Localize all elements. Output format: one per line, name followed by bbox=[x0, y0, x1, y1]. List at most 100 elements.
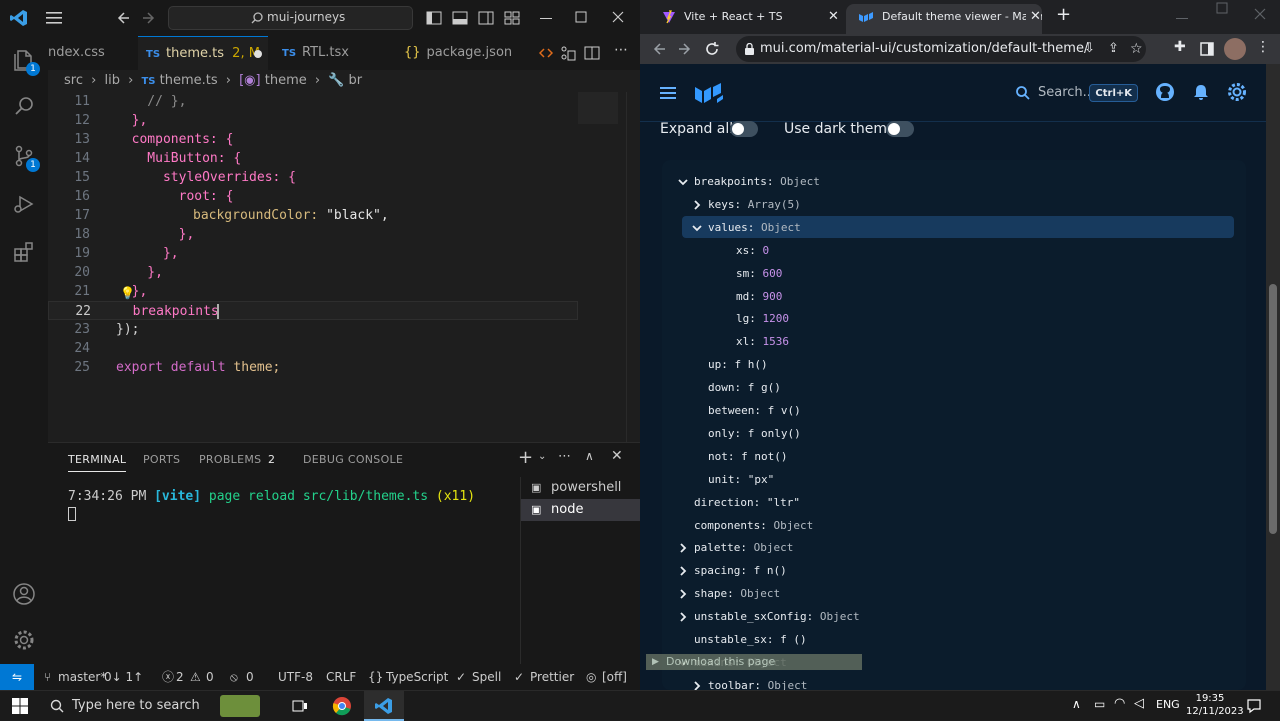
search-button[interactable]: Search... Ctrl+K bbox=[1010, 78, 1140, 108]
breadcrumb-symbol[interactable]: theme bbox=[265, 73, 307, 88]
expand-all-toggle[interactable]: Expand all bbox=[660, 121, 770, 141]
split-editor-icon[interactable] bbox=[584, 45, 600, 61]
editor-scrollbar[interactable] bbox=[626, 92, 632, 442]
manage-button[interactable] bbox=[12, 628, 36, 652]
customize-layout-icon[interactable] bbox=[504, 10, 520, 26]
share-icon[interactable]: ⇪ bbox=[1108, 36, 1119, 62]
chevron-right-icon[interactable] bbox=[692, 681, 702, 690]
chrome-app-icon[interactable] bbox=[332, 696, 352, 716]
close-icon[interactable] bbox=[612, 11, 624, 23]
notification-center-icon[interactable] bbox=[1246, 698, 1262, 714]
task-view-icon[interactable] bbox=[292, 698, 308, 714]
breadcrumb-property[interactable]: br bbox=[349, 73, 363, 88]
more-icon[interactable]: ⋯ bbox=[558, 449, 571, 464]
input-language[interactable]: ENG bbox=[1156, 698, 1180, 711]
extensions-puzzle-icon[interactable]: ✚ bbox=[1174, 39, 1186, 55]
toggle-sidebar-icon[interactable] bbox=[426, 10, 442, 26]
tree-node[interactable]: shape: Object bbox=[680, 584, 780, 604]
vscode-app-icon[interactable] bbox=[364, 691, 404, 721]
tab-rtl-tsx[interactable]: TS RTL.tsx bbox=[274, 36, 384, 70]
volume-icon[interactable]: ◁ bbox=[1134, 696, 1144, 711]
close-panel-icon[interactable]: ✕ bbox=[611, 448, 623, 464]
bookmark-star-icon[interactable]: ☆ bbox=[1130, 36, 1143, 62]
run-debug-button[interactable] bbox=[12, 192, 36, 216]
terminal-powershell[interactable]: ▣ powershell bbox=[521, 477, 640, 499]
github-icon[interactable] bbox=[1154, 81, 1176, 103]
tray-chevron-icon[interactable]: ∧ bbox=[1072, 697, 1081, 711]
expand-all-switch[interactable] bbox=[730, 121, 758, 137]
weather-widget-icon[interactable] bbox=[220, 695, 260, 717]
forward-arrow-icon[interactable] bbox=[678, 42, 692, 56]
tab-package-json[interactable]: {} package.json bbox=[396, 36, 512, 70]
side-panel-icon[interactable] bbox=[1200, 42, 1214, 56]
battery-icon[interactable]: ▭ bbox=[1094, 697, 1105, 711]
taskbar-search[interactable]: Type here to search bbox=[42, 691, 212, 721]
dark-theme-switch[interactable] bbox=[886, 121, 914, 137]
tab-debug-console[interactable]: DEBUG CONSOLE bbox=[303, 453, 403, 466]
spell-check[interactable]: Spell bbox=[472, 664, 501, 690]
forward-arrow-icon[interactable] bbox=[142, 11, 156, 25]
breadcrumb-src[interactable]: src bbox=[64, 73, 83, 88]
settings-gear-icon[interactable] bbox=[1226, 81, 1248, 103]
new-tab-icon[interactable]: + bbox=[1056, 4, 1071, 25]
breadcrumb-lib[interactable]: lib bbox=[104, 73, 119, 88]
menu-icon[interactable] bbox=[46, 11, 62, 25]
wifi-icon[interactable]: ◠ bbox=[1114, 696, 1125, 711]
minimize-icon[interactable] bbox=[540, 12, 552, 24]
tree-node[interactable]: breakpoints: Object bbox=[678, 172, 820, 192]
error-count[interactable]: 2 bbox=[176, 664, 184, 690]
chevron-right-icon[interactable] bbox=[678, 589, 688, 599]
chevron-right-icon[interactable] bbox=[678, 566, 688, 576]
tab-index-css[interactable]: ndex.css bbox=[48, 36, 136, 70]
chevron-down-icon[interactable]: ⌄ bbox=[538, 451, 546, 462]
back-arrow-icon[interactable] bbox=[116, 11, 130, 25]
command-center[interactable]: mui-journeys bbox=[168, 6, 413, 30]
notifications-bell-icon[interactable] bbox=[1190, 81, 1212, 103]
avatar[interactable] bbox=[1224, 38, 1246, 60]
minimap[interactable] bbox=[578, 92, 618, 124]
mui-logo-icon[interactable] bbox=[694, 81, 724, 105]
scrollbar-thumb[interactable] bbox=[1269, 284, 1277, 534]
git-branch[interactable]: master* bbox=[58, 664, 106, 690]
breadcrumb-file[interactable]: theme.ts bbox=[160, 73, 218, 88]
hamburger-menu-icon[interactable] bbox=[660, 86, 676, 100]
remote-icon[interactable]: ⇋ bbox=[0, 664, 34, 690]
ports-count[interactable]: 0 bbox=[246, 664, 254, 690]
code-editor[interactable]: 11 // }, 12 }, 13 components: { 14 MuiBu… bbox=[48, 92, 632, 442]
chevron-right-icon[interactable] bbox=[692, 200, 702, 210]
back-arrow-icon[interactable] bbox=[652, 42, 666, 56]
tree-node[interactable]: toolbar: Object bbox=[694, 676, 807, 690]
maximize-icon[interactable] bbox=[1216, 2, 1228, 14]
close-tab-icon[interactable]: ✕ bbox=[1026, 4, 1041, 30]
chevron-right-icon[interactable] bbox=[678, 612, 688, 622]
windows-start-icon[interactable] bbox=[12, 698, 28, 714]
search-view-button[interactable] bbox=[12, 94, 36, 118]
address-bar[interactable]: mui.com/material-ui/customization/defaul… bbox=[736, 36, 1146, 62]
tree-node[interactable]: values: Object bbox=[692, 218, 801, 238]
chrome-menu-icon[interactable]: ⋮ bbox=[1256, 39, 1270, 55]
unsaved-dot-icon[interactable] bbox=[254, 50, 262, 58]
tab-ports[interactable]: PORTS bbox=[143, 453, 180, 466]
source-control-button[interactable]: 1 bbox=[12, 144, 40, 172]
accounts-button[interactable] bbox=[12, 582, 36, 606]
close-tab-icon[interactable]: ✕ bbox=[828, 4, 839, 30]
minimize-icon[interactable] bbox=[1176, 12, 1188, 24]
chevron-down-icon[interactable] bbox=[678, 177, 688, 187]
dark-theme-toggle[interactable]: Use dark theme bbox=[784, 121, 924, 141]
tab-problems[interactable]: PROBLEMS bbox=[199, 453, 261, 466]
extensions-button[interactable] bbox=[12, 240, 36, 264]
prettier-status[interactable]: Prettier bbox=[530, 664, 574, 690]
site-info-icon[interactable] bbox=[744, 43, 755, 55]
toggle-panel-icon[interactable] bbox=[452, 10, 468, 26]
page-scrollbar[interactable] bbox=[1266, 64, 1280, 690]
warning-count[interactable]: 0 bbox=[206, 664, 214, 690]
more-actions-icon[interactable]: ⋯ bbox=[614, 42, 628, 58]
browser-tab-mui[interactable]: Default theme viewer - Material ✕ bbox=[846, 4, 1042, 34]
toggle-secondary-sidebar-icon[interactable] bbox=[478, 10, 494, 26]
tree-node[interactable]: spacing: f n() bbox=[680, 561, 787, 581]
tab-terminal[interactable]: TERMINAL bbox=[68, 453, 127, 472]
encoding[interactable]: UTF-8 bbox=[278, 664, 313, 690]
maximize-icon[interactable] bbox=[575, 11, 587, 23]
chevron-right-icon[interactable] bbox=[678, 543, 688, 554]
terminal-node[interactable]: ▣ node bbox=[521, 499, 640, 521]
